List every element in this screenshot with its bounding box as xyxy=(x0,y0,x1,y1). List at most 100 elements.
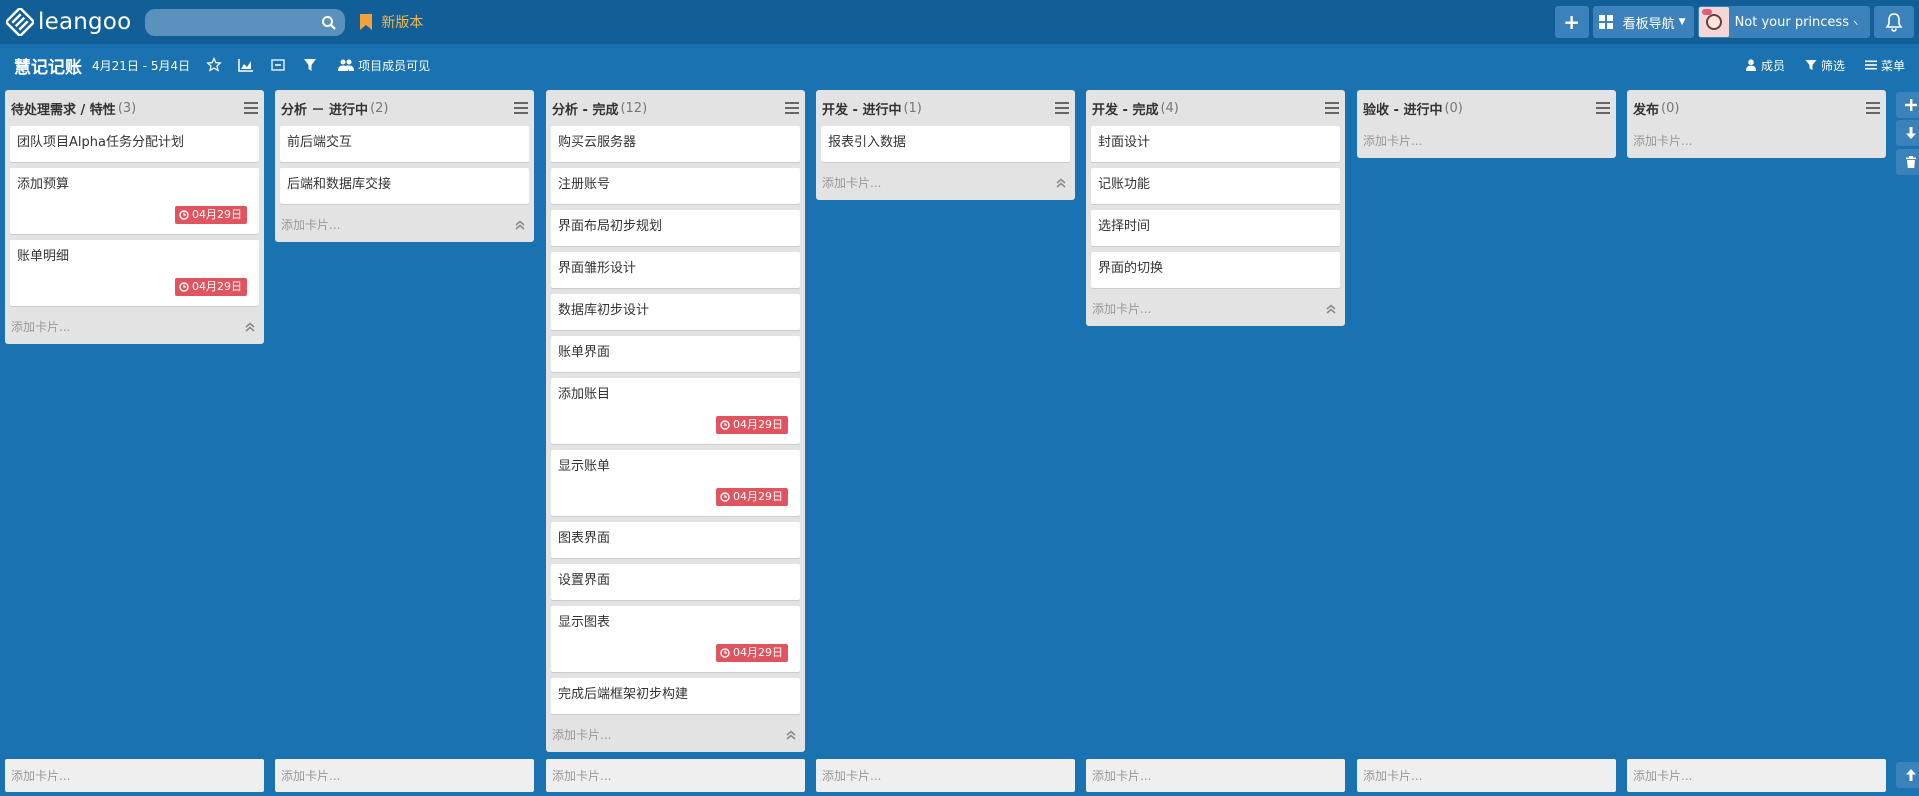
card[interactable]: 注册账号 xyxy=(551,168,800,204)
members-button[interactable]: 成员 xyxy=(1745,57,1785,74)
chart-icon[interactable] xyxy=(238,57,254,73)
filter-label: 筛选 xyxy=(1820,58,1845,73)
trash-side-button[interactable] xyxy=(1896,149,1919,175)
clock-icon xyxy=(720,648,730,658)
card-title: 界面布局初步规划 xyxy=(558,219,663,234)
filter-icon[interactable] xyxy=(302,57,318,73)
search-icon[interactable] xyxy=(321,15,337,31)
scroll-top-side-button[interactable] xyxy=(1896,762,1919,788)
board-title: 慧记记账 xyxy=(14,57,82,78)
bottom-add-card-input[interactable]: 添加卡片... xyxy=(1357,759,1616,792)
bottom-add-card-input[interactable]: 添加卡片... xyxy=(816,759,1075,792)
due-date-badge: 04月29日 xyxy=(716,488,788,506)
logo[interactable]: leangoo xyxy=(6,0,131,44)
filter-button[interactable]: 筛选 xyxy=(1805,57,1845,74)
bottom-add-card-input[interactable]: 添加卡片... xyxy=(275,759,534,792)
card[interactable]: 前后端交互 xyxy=(280,126,529,162)
add-card-label: 添加卡片... xyxy=(281,769,341,783)
bottom-add-card-input[interactable]: 添加卡片... xyxy=(1627,759,1886,792)
card[interactable]: 团队项目Alpha任务分配计划 xyxy=(10,126,259,162)
list-menu-icon[interactable] xyxy=(1596,102,1610,114)
list-menu-icon[interactable] xyxy=(244,102,258,114)
list-header[interactable]: 待处理需求 / 特性 (3) xyxy=(5,90,264,126)
card[interactable]: 显示账单 04月29日 xyxy=(551,450,800,516)
collapse-up-icon[interactable] xyxy=(1055,177,1067,189)
card-title: 团队项目Alpha任务分配计划 xyxy=(17,135,184,150)
list-header[interactable]: 发布 (0) xyxy=(1627,90,1886,126)
card[interactable]: 显示图表 04月29日 xyxy=(551,606,800,672)
card[interactable]: 报表引入数据 xyxy=(821,126,1070,162)
bottom-add-card-input[interactable]: 添加卡片... xyxy=(5,759,264,792)
star-icon[interactable] xyxy=(206,57,222,73)
new-version-link[interactable]: 新版本 xyxy=(359,12,423,32)
card[interactable]: 记账功能 xyxy=(1091,168,1340,204)
add-card-link[interactable]: 添加卡片... xyxy=(1627,126,1886,154)
card[interactable]: 封面设计 xyxy=(1091,126,1340,162)
visibility-setting[interactable]: 项目成员可见 xyxy=(338,57,430,74)
card[interactable]: 界面雏形设计 xyxy=(551,252,800,288)
list-header[interactable]: 分析 － 进行中 (2) xyxy=(275,90,534,126)
list-header[interactable]: 开发 - 进行中 (1) xyxy=(816,90,1075,126)
add-card-link[interactable]: 添加卡片... xyxy=(5,312,264,340)
bottom-add-card-input[interactable]: 添加卡片... xyxy=(1086,759,1345,792)
card[interactable]: 后端和数据库交接 xyxy=(280,168,529,204)
card[interactable]: 选择时间 xyxy=(1091,210,1340,246)
add-card-label: 添加卡片... xyxy=(281,217,341,232)
card[interactable]: 账单界面 xyxy=(551,336,800,372)
card-title: 报表引入数据 xyxy=(828,135,907,150)
notification-button[interactable] xyxy=(1874,6,1914,38)
list-menu-icon[interactable] xyxy=(1866,102,1880,114)
leangoo-logo-icon xyxy=(6,8,34,36)
collapse-up-icon[interactable] xyxy=(1325,303,1337,315)
card[interactable]: 购买云服务器 xyxy=(551,126,800,162)
collapse-up-icon[interactable] xyxy=(244,321,256,333)
list-header[interactable]: 验收 - 进行中 (0) xyxy=(1357,90,1616,126)
filter-icon xyxy=(1805,60,1817,70)
add-card-link[interactable]: 添加卡片... xyxy=(546,720,805,748)
bottom-add-card-input[interactable]: 添加卡片... xyxy=(546,759,805,792)
add-card-link[interactable]: 添加卡片... xyxy=(816,168,1075,196)
add-card-link[interactable]: 添加卡片... xyxy=(275,210,534,238)
add-card-label: 添加卡片... xyxy=(552,727,612,742)
plus-icon xyxy=(1905,99,1917,111)
collapse-box-icon[interactable] xyxy=(270,57,286,73)
card[interactable]: 设置界面 xyxy=(551,564,800,600)
add-card-label: 添加卡片... xyxy=(1363,769,1423,783)
collapse-up-icon[interactable] xyxy=(514,219,526,231)
search-input[interactable] xyxy=(145,8,346,36)
add-list-side-button[interactable] xyxy=(1896,92,1919,118)
list-menu-icon[interactable] xyxy=(785,102,799,114)
avatar xyxy=(1698,7,1729,37)
list-menu-icon[interactable] xyxy=(1325,102,1339,114)
user-name: Not your princess xyxy=(1734,14,1849,30)
list-count: (0) xyxy=(1661,100,1680,116)
card[interactable]: 账单明细 04月29日 xyxy=(10,240,259,306)
collapse-up-icon[interactable] xyxy=(785,729,797,741)
card[interactable]: 数据库初步设计 xyxy=(551,294,800,330)
card[interactable]: 添加预算 04月29日 xyxy=(10,168,259,234)
list-header[interactable]: 分析 - 完成 (12) xyxy=(546,90,805,126)
list-header[interactable]: 开发 - 完成 (4) xyxy=(1086,90,1345,126)
user-menu[interactable]: Not your princess ヽ xyxy=(1697,6,1870,38)
card[interactable]: 界面的切换 xyxy=(1091,252,1340,288)
board-nav-button[interactable]: 看板导航 ▼ xyxy=(1592,6,1694,38)
card[interactable]: 添加账目 04月29日 xyxy=(551,378,800,444)
add-card-label: 添加卡片... xyxy=(822,769,882,783)
scroll-down-side-button[interactable] xyxy=(1896,120,1919,146)
list-column: 开发 - 进行中 (1) 报表引入数据添加卡片... xyxy=(816,90,1075,200)
list-menu-icon[interactable] xyxy=(514,102,528,114)
list-count: (0) xyxy=(1444,100,1463,116)
add-card-link[interactable]: 添加卡片... xyxy=(1086,294,1345,322)
board-nav-label: 看板导航 xyxy=(1622,16,1675,32)
top-bar: leangoo 新版本 + 看板导航 ▼ Not your princess ヽ xyxy=(0,0,1919,44)
menu-button[interactable]: 菜单 xyxy=(1864,57,1905,74)
card[interactable]: 界面布局初步规划 xyxy=(551,210,800,246)
add-card-link[interactable]: 添加卡片... xyxy=(1357,126,1616,154)
visibility-label: 项目成员可见 xyxy=(358,58,431,73)
add-button[interactable]: + xyxy=(1554,6,1589,38)
card[interactable]: 图表界面 xyxy=(551,522,800,558)
card[interactable]: 完成后端框架初步构建 xyxy=(551,678,800,714)
add-card-label: 添加卡片... xyxy=(1633,133,1693,148)
list-menu-icon[interactable] xyxy=(1055,102,1069,114)
top-right-controls: + 看板导航 ▼ Not your princess ヽ xyxy=(1551,0,1919,44)
